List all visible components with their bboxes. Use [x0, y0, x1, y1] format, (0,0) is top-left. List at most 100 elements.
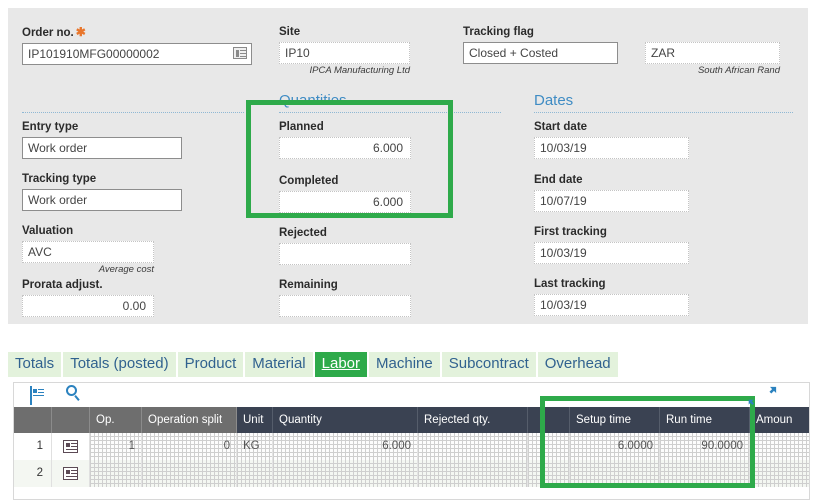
divider-quantities	[279, 112, 501, 113]
last-tracking-input[interactable]: 10/03/19	[534, 294, 689, 316]
currency-input[interactable]: ZAR	[645, 42, 780, 64]
column-header-blank-7[interactable]	[528, 407, 570, 433]
valuation-input[interactable]: AVC	[22, 241, 154, 263]
entry-type-label: Entry type	[22, 121, 79, 133]
tracking-flag-value: Closed + Costed	[469, 46, 559, 60]
cell-rejected-qty[interactable]	[418, 460, 528, 487]
order-no-input[interactable]: IP101910MFG00000002	[22, 43, 252, 65]
cell-run-time[interactable]	[660, 460, 750, 487]
table-row[interactable]: 1 1 0 KG 6.000 6.0000 90.0000	[14, 433, 809, 460]
row-detail-icon[interactable]	[52, 433, 90, 460]
cell-quantity[interactable]	[273, 460, 418, 487]
tab-totals[interactable]: Totals	[8, 352, 62, 377]
prorata-adjust-value: 0.00	[122, 299, 146, 313]
row-detail-icon[interactable]	[52, 460, 90, 487]
required-asterisk: ✱	[75, 25, 86, 39]
first-tracking-input[interactable]: 10/03/19	[534, 242, 689, 264]
column-header-operation-split[interactable]: Operation split	[142, 407, 237, 433]
first-tracking-label: First tracking	[534, 226, 607, 238]
order-no-value: IP101910MFG00000002	[28, 47, 160, 61]
cell-blank[interactable]	[528, 433, 570, 460]
cell-op[interactable]	[90, 460, 142, 487]
remaining-label: Remaining	[279, 279, 338, 291]
order-detail-panel: Order no. ✱ IP101910MFG00000002 Site IP10…	[8, 8, 808, 324]
grid-header-row: Op. Operation split Unit Quantity Rejected q…	[14, 407, 809, 433]
list-icon[interactable]	[30, 386, 44, 405]
cell-unit[interactable]: KG	[237, 433, 273, 460]
tab-totals-posted[interactable]: Totals (posted)	[63, 352, 176, 377]
section-quantities-heading: Quantities	[279, 92, 347, 109]
cell-unit[interactable]	[237, 460, 273, 487]
cell-rejected-qty[interactable]	[418, 433, 528, 460]
column-header-quantity[interactable]: Quantity	[273, 407, 418, 433]
site-input[interactable]: IP10	[279, 42, 410, 64]
section-dates-heading: Dates	[534, 92, 574, 109]
end-date-input[interactable]: 10/07/19	[534, 190, 689, 212]
table-row[interactable]: 2	[14, 460, 809, 487]
cell-amount[interactable]	[750, 460, 809, 487]
field-valuation: Valuation AVC Average cost	[22, 224, 154, 275]
order-no-label: Order no. ✱	[22, 25, 86, 39]
cell-operation-split[interactable]: 0	[142, 433, 237, 460]
field-tracking-type: Tracking type Work order	[22, 172, 182, 211]
column-header-run-time[interactable]: Run time	[660, 407, 750, 433]
end-date-value: 10/07/19	[540, 194, 587, 208]
valuation-caption: Average cost	[98, 264, 154, 275]
tab-overhead[interactable]: Overhead	[537, 352, 618, 377]
tab-machine[interactable]: Machine	[369, 352, 440, 377]
tab-product[interactable]: Product	[177, 352, 244, 377]
tracking-flag-input[interactable]: Closed + Costed	[463, 42, 618, 64]
cell-setup-time[interactable]	[570, 460, 660, 487]
column-header-rejected-qty[interactable]: Rejected qty.	[418, 407, 528, 433]
field-tracking-flag: Tracking flag Closed + Costed	[463, 25, 618, 64]
last-tracking-value: 10/03/19	[540, 298, 587, 312]
cell-run-time[interactable]: 90.0000	[660, 433, 750, 460]
tracking-type-input[interactable]: Work order	[22, 189, 182, 211]
cell-operation-split[interactable]	[142, 460, 237, 487]
tracking-type-label: Tracking type	[22, 173, 97, 185]
currency-caption: South African Rand	[697, 65, 780, 76]
cell-op[interactable]: 1	[90, 433, 142, 460]
column-header-op[interactable]: Op.	[90, 407, 142, 433]
cell-blank[interactable]	[528, 460, 570, 487]
tracking-flag-label: Tracking flag	[463, 26, 534, 38]
currency-value: ZAR	[651, 46, 675, 60]
start-date-input[interactable]: 10/03/19	[534, 137, 689, 159]
tab-labor[interactable]: Labor	[314, 352, 368, 377]
rejected-label: Rejected	[279, 227, 327, 239]
cell-amount[interactable]	[750, 433, 809, 460]
remaining-input[interactable]	[279, 295, 411, 317]
field-completed: Completed 6.000	[279, 174, 411, 213]
site-caption: IPCA Manufacturing Ltd	[309, 65, 410, 76]
prorata-adjust-input[interactable]: 0.00	[22, 295, 154, 317]
field-last-tracking: Last tracking 10/03/19	[534, 277, 689, 316]
field-end-date: End date 10/07/19	[534, 173, 689, 212]
tab-subcontract[interactable]: Subcontract	[441, 352, 536, 377]
end-date-label: End date	[534, 174, 583, 186]
row-number: 1	[14, 433, 52, 460]
column-header-amoun[interactable]: Amoun	[750, 407, 809, 433]
lookup-icon[interactable]	[233, 47, 247, 59]
completed-input[interactable]: 6.000	[279, 191, 411, 213]
column-header-setup-time[interactable]: Setup time	[570, 407, 660, 433]
rejected-input[interactable]	[279, 243, 411, 265]
start-date-label: Start date	[534, 121, 588, 133]
column-header-unit[interactable]: Unit	[237, 407, 273, 433]
planned-value: 6.000	[372, 141, 403, 155]
tab-bar: Totals Totals (posted) Product Material Labo…	[8, 351, 620, 377]
grid-toolbar	[14, 383, 809, 405]
column-header-blank-1[interactable]	[52, 407, 90, 433]
column-header-blank-0[interactable]	[14, 407, 52, 433]
entry-type-input[interactable]: Work order	[22, 137, 182, 159]
cell-setup-time[interactable]: 6.0000	[570, 433, 660, 460]
site-value: IP10	[285, 46, 310, 60]
planned-label: Planned	[279, 121, 324, 133]
row-number: 2	[14, 460, 52, 487]
resize-arrow-icon	[769, 386, 777, 394]
grid-body: 1 1 0 KG 6.000 6.0000 90.0000 2	[14, 433, 809, 487]
tab-material[interactable]: Material	[245, 352, 313, 377]
field-rejected: Rejected	[279, 226, 411, 265]
prorata-adjust-label: Prorata adjust.	[22, 279, 103, 291]
planned-input[interactable]: 6.000	[279, 137, 411, 159]
cell-quantity[interactable]: 6.000	[273, 433, 418, 460]
